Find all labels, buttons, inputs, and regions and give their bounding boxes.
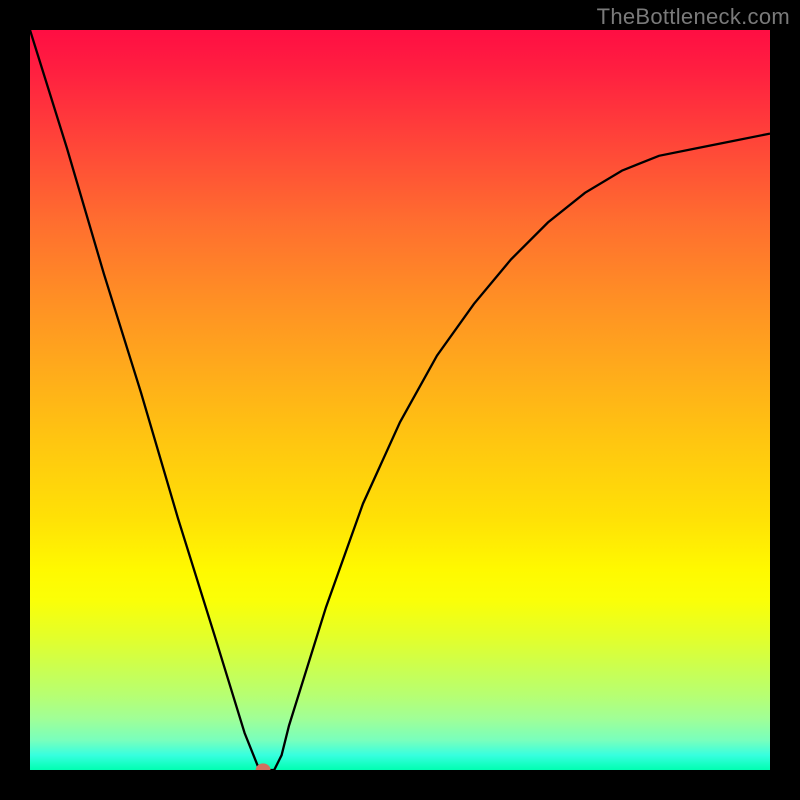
plot-area	[30, 30, 770, 770]
watermark-text: TheBottleneck.com	[597, 4, 790, 30]
bottleneck-curve	[30, 30, 770, 770]
chart-container: TheBottleneck.com	[0, 0, 800, 800]
bottleneck-curve-svg	[30, 30, 770, 770]
